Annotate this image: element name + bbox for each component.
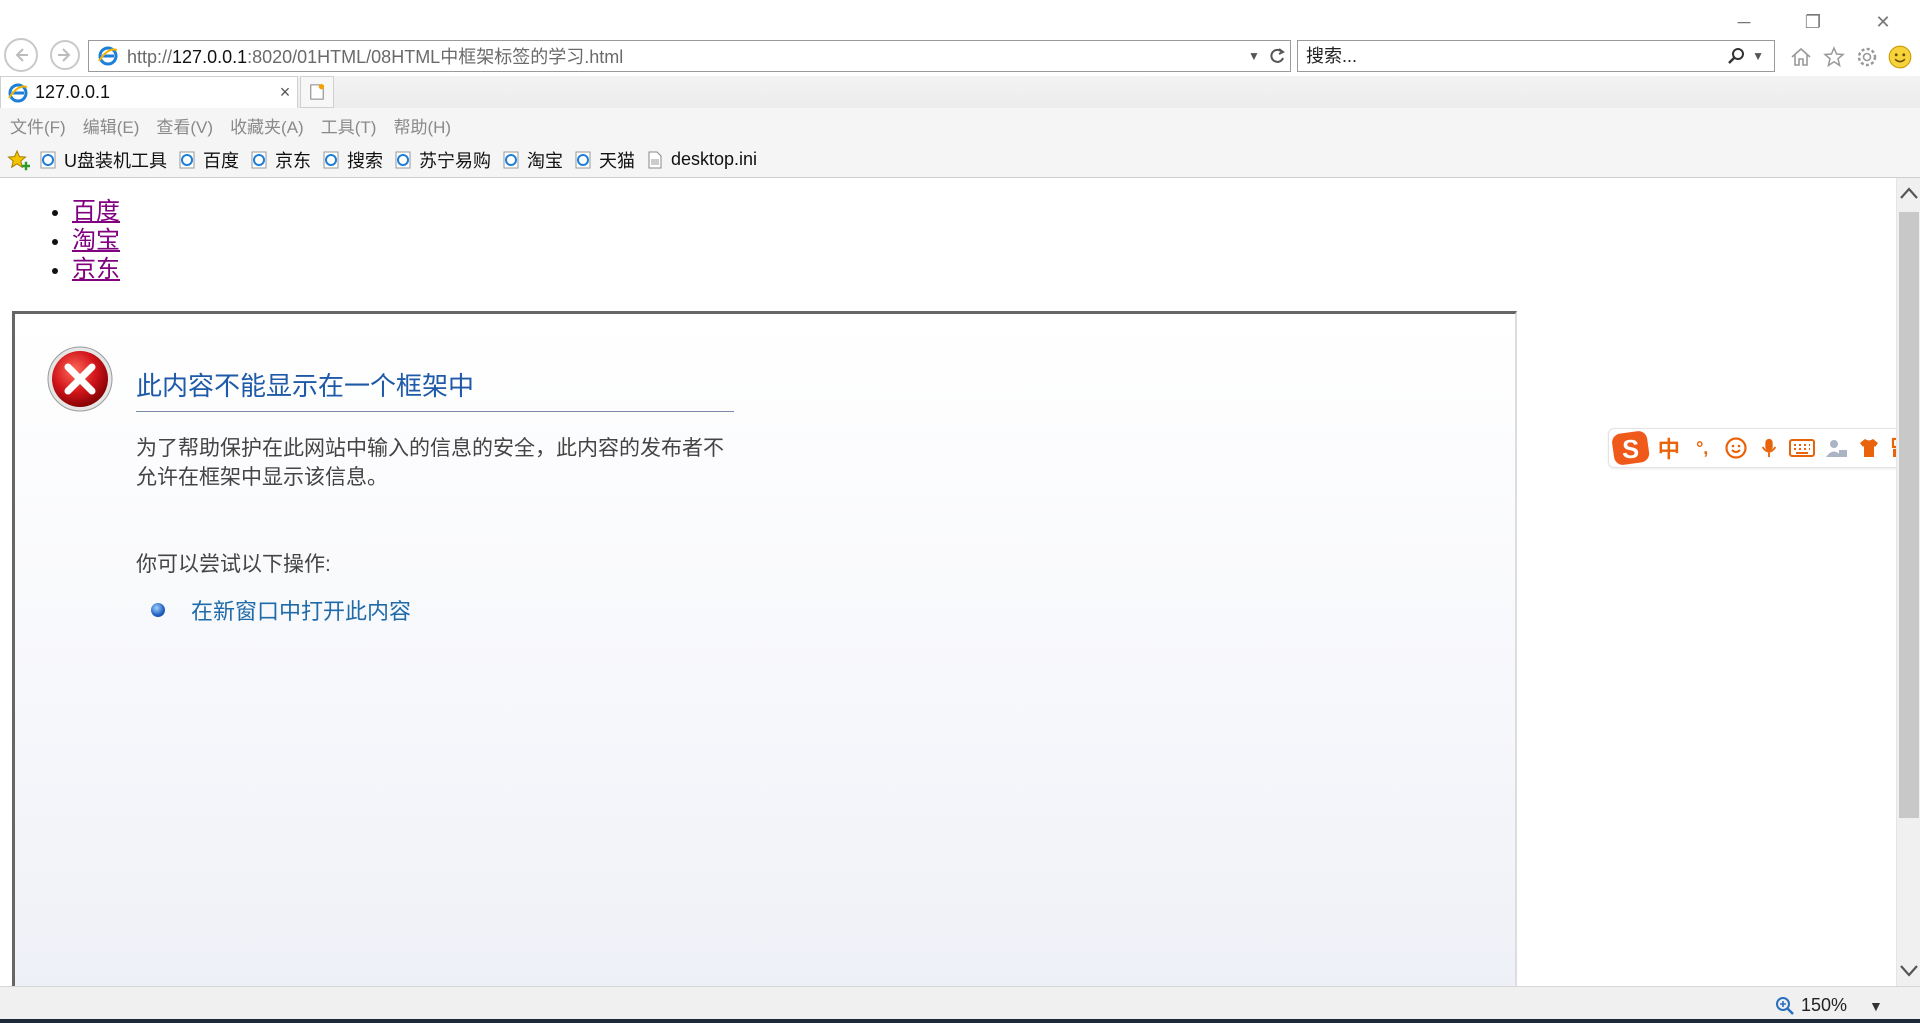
tab-close-icon[interactable]: × xyxy=(273,82,297,103)
settings-gear-icon[interactable] xyxy=(1850,42,1883,72)
ime-punctuation[interactable]: °, xyxy=(1686,431,1719,465)
fav-label: 天猫 xyxy=(599,150,635,171)
taskbar-edge xyxy=(0,1019,1920,1023)
menu-file[interactable]: 文件(F) xyxy=(10,113,66,138)
file-icon xyxy=(648,151,662,168)
open-new-window-link[interactable]: 在新窗口中打开此内容 xyxy=(191,594,411,626)
status-bar: 150% ▼ xyxy=(0,986,1920,1023)
ie-page-icon xyxy=(323,151,339,168)
open-new-window-item: 在新窗口中打开此内容 xyxy=(151,594,411,626)
favorites-add-star-icon[interactable] xyxy=(6,148,30,172)
refresh-icon[interactable] xyxy=(1264,43,1290,69)
fav-item-taobao[interactable]: 淘宝 xyxy=(501,147,563,173)
link-jd[interactable]: 京东 xyxy=(72,257,120,283)
address-dropdown-icon[interactable]: ▼ xyxy=(1244,49,1264,63)
fav-item-tmall[interactable]: 天猫 xyxy=(573,147,635,173)
ime-skin-shirt-icon[interactable] xyxy=(1852,431,1885,465)
error-x-icon xyxy=(47,346,113,412)
ime-toolbar[interactable]: S 中 °, xyxy=(1608,428,1920,468)
try-label: 你可以尝试以下操作: xyxy=(136,553,331,576)
menu-bar: 文件(F) 编辑(E) 查看(V) 收藏夹(A) 工具(T) 帮助(H) xyxy=(0,108,1920,142)
bullet-icon xyxy=(151,603,165,617)
menu-favorites[interactable]: 收藏夹(A) xyxy=(230,113,304,138)
error-description: 为了帮助保护在此网站中输入的信息的安全，此内容的发布者不允许在框架中显示该信息。 xyxy=(136,437,724,489)
menu-tools[interactable]: 工具(T) xyxy=(321,113,377,138)
ie-icon xyxy=(98,46,118,66)
favorites-bar: U盘装机工具 百度 京东 搜索 苏宁易购 淘宝 天猫 desktop.ini xyxy=(0,142,1920,178)
ie-page-icon xyxy=(251,151,267,168)
svg-text:S: S xyxy=(1622,436,1639,464)
fav-item-jd[interactable]: 京东 xyxy=(249,147,311,173)
zoom-level: 150% xyxy=(1801,995,1848,1015)
ie-page-icon xyxy=(575,151,591,168)
ime-chinese-mode[interactable]: 中 xyxy=(1652,431,1685,465)
tab-title: 127.0.0.1 xyxy=(35,82,111,102)
ie-icon xyxy=(8,83,28,102)
smiley-feedback-icon[interactable] xyxy=(1883,42,1916,72)
tab-active[interactable]: 127.0.0.1 × xyxy=(0,76,298,108)
fav-item-desktop-ini[interactable]: desktop.ini xyxy=(645,149,757,170)
forward-button[interactable] xyxy=(50,40,80,70)
iframe-frame: 此内容不能显示在一个框架中 为了帮助保护在此网站中输入的信息的安全，此内容的发布… xyxy=(12,311,1517,986)
fav-item-search[interactable]: 搜索 xyxy=(321,147,383,173)
fav-label: 苏宁易购 xyxy=(419,150,491,171)
ie-page-icon xyxy=(503,151,519,168)
ime-emoji-icon[interactable] xyxy=(1719,431,1752,465)
link-baidu[interactable]: 百度 xyxy=(72,199,120,225)
new-tab-icon xyxy=(310,84,325,100)
search-input[interactable] xyxy=(1306,45,1727,67)
fav-item-suning[interactable]: 苏宁易购 xyxy=(393,147,491,173)
list-item: 淘宝 xyxy=(50,227,120,256)
fav-label: desktop.ini xyxy=(671,149,758,169)
favorites-star-icon[interactable] xyxy=(1817,42,1850,72)
address-url[interactable]: http://127.0.0.1:8020/01HTML/08HTML中框架标签… xyxy=(127,43,1244,69)
link-list: 百度 淘宝 京东 xyxy=(50,198,120,285)
scrollbar-thumb[interactable] xyxy=(1899,212,1919,818)
ie-page-icon xyxy=(395,151,411,168)
address-bar[interactable]: http://127.0.0.1:8020/01HTML/08HTML中框架标签… xyxy=(88,40,1291,72)
zoom-magnifier-icon xyxy=(1776,996,1794,1015)
back-arrow-icon xyxy=(15,48,28,62)
menu-edit[interactable]: 编辑(E) xyxy=(83,113,140,138)
fav-item-baidu[interactable]: 百度 xyxy=(177,147,239,173)
restore-button[interactable]: ❐ xyxy=(1783,8,1843,36)
browser-chrome: ─ ❐ ✕ http://127.0.0.1:8020/01HTML/08HTM… xyxy=(0,0,1920,178)
back-button[interactable] xyxy=(4,38,38,72)
fav-label: 搜索 xyxy=(347,150,383,171)
list-item: 京东 xyxy=(50,256,120,285)
ime-mic-icon[interactable] xyxy=(1752,431,1785,465)
fav-label: 百度 xyxy=(203,150,239,171)
forward-arrow-icon xyxy=(58,48,71,62)
page-content: 百度 淘宝 京东 此内容不能显示在一个框架中 为了帮助保护在此网站中输入的信息的… xyxy=(0,178,1896,986)
error-title: 此内容不能显示在一个框架中 xyxy=(136,371,475,401)
ime-keyboard-icon[interactable] xyxy=(1786,431,1819,465)
search-dropdown-icon[interactable]: ▼ xyxy=(1752,49,1764,63)
ie-page-icon xyxy=(179,151,195,168)
new-tab-button[interactable] xyxy=(300,76,334,108)
search-box[interactable]: ▼ xyxy=(1297,40,1775,72)
toolbar-icons xyxy=(1784,42,1916,72)
ie-page-icon xyxy=(40,151,56,168)
zoom-dropdown-icon[interactable]: ▼ xyxy=(1869,998,1883,1014)
minimize-button[interactable]: ─ xyxy=(1714,8,1774,36)
fav-item-upan[interactable]: U盘装机工具 xyxy=(38,147,167,173)
scroll-up-icon[interactable] xyxy=(1897,178,1920,208)
title-divider xyxy=(136,411,734,412)
fav-label: 京东 xyxy=(275,150,311,171)
search-icon[interactable] xyxy=(1726,46,1746,66)
close-window-button[interactable]: ✕ xyxy=(1853,8,1913,36)
ime-user-icon[interactable] xyxy=(1819,431,1852,465)
menu-view[interactable]: 查看(V) xyxy=(156,113,213,138)
link-taobao[interactable]: 淘宝 xyxy=(72,228,120,254)
vertical-scrollbar[interactable] xyxy=(1896,178,1920,986)
sogou-logo-icon[interactable]: S xyxy=(1611,429,1652,467)
list-item: 百度 xyxy=(50,198,120,227)
zoom-control[interactable]: 150% ▼ xyxy=(1775,995,1883,1016)
tab-row: 127.0.0.1 × xyxy=(0,76,1920,108)
fav-label: U盘装机工具 xyxy=(64,150,167,171)
home-icon[interactable] xyxy=(1784,42,1817,72)
fav-label: 淘宝 xyxy=(527,150,563,171)
menu-help[interactable]: 帮助(H) xyxy=(393,113,451,138)
scroll-down-icon[interactable] xyxy=(1897,956,1920,986)
